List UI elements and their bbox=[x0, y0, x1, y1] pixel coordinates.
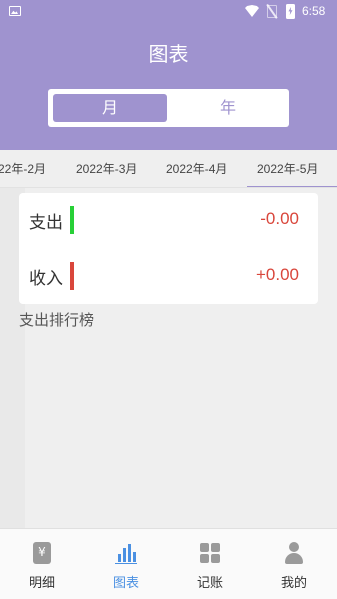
expense-amount: -0.00 bbox=[260, 209, 299, 228]
month-tab-mar[interactable]: 2022年-3月 bbox=[76, 150, 137, 187]
nav-label-mine: 我的 bbox=[280, 576, 307, 591]
battery-charging-icon bbox=[286, 4, 295, 19]
expense-row[interactable]: 支出 -0.00 bbox=[19, 200, 318, 240]
chart-icon bbox=[115, 542, 137, 564]
detail-icon bbox=[33, 542, 51, 564]
expense-label: 支出 bbox=[29, 213, 63, 233]
month-tab-bar: 22年-2月 2022年-3月 2022年-4月 2022年-5月 bbox=[0, 150, 337, 188]
wifi-icon bbox=[245, 5, 259, 17]
month-tab-may[interactable]: 2022年-5月 bbox=[247, 150, 337, 187]
nav-label-record: 记账 bbox=[196, 576, 223, 591]
no-sim-icon bbox=[267, 5, 277, 18]
month-tab-feb[interactable]: 22年-2月 bbox=[0, 150, 46, 187]
period-segment-control: 月 年 bbox=[48, 89, 289, 127]
nav-item-mine[interactable]: 我的 bbox=[252, 529, 336, 599]
segment-month-button[interactable]: 月 bbox=[53, 94, 167, 122]
income-row[interactable]: 收入 +0.00 bbox=[19, 256, 318, 296]
app-header: 图表 月 年 bbox=[0, 24, 337, 150]
user-icon bbox=[283, 542, 305, 564]
page-title: 图表 bbox=[148, 42, 189, 66]
income-label: 收入 bbox=[29, 269, 63, 289]
status-time: 6:58 bbox=[302, 4, 326, 18]
nav-label-detail: 明细 bbox=[28, 576, 55, 591]
month-tab-apr[interactable]: 2022年-4月 bbox=[166, 150, 227, 187]
income-indicator-bar bbox=[70, 262, 74, 290]
expense-ranking-title: 支出排行榜 bbox=[19, 311, 95, 329]
income-amount: +0.00 bbox=[255, 265, 299, 284]
bottom-nav: 明细 图表 记账 我的 bbox=[0, 528, 337, 599]
nav-item-detail[interactable]: 明细 bbox=[0, 529, 84, 599]
summary-card: 支出 -0.00 收入 +0.00 bbox=[19, 193, 318, 304]
grid-icon bbox=[199, 542, 221, 564]
segment-year-button[interactable]: 年 bbox=[172, 94, 284, 122]
image-notification-icon bbox=[9, 6, 21, 16]
expense-indicator-bar bbox=[70, 206, 74, 234]
nav-label-chart: 图表 bbox=[112, 576, 139, 591]
nav-item-record[interactable]: 记账 bbox=[168, 529, 252, 599]
status-bar: 6:58 bbox=[0, 0, 337, 24]
nav-item-chart[interactable]: 图表 bbox=[84, 529, 168, 599]
